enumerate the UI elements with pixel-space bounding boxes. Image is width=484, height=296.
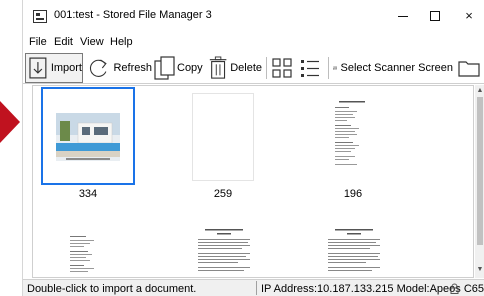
scroll-up-icon[interactable]: ▲ [475,87,484,95]
copy-icon [154,56,175,80]
lock-icon [450,283,459,294]
menu-edit[interactable]: Edit [54,36,73,48]
maximize-button[interactable] [423,6,447,26]
scrollbar-thumb[interactable] [477,97,483,245]
delete-icon [209,56,227,79]
menu-file[interactable]: File [29,36,47,48]
folder-icon [458,61,480,77]
thumbnail-view-button[interactable] [271,53,295,83]
refresh-label: Refresh [113,62,152,74]
toolbar-separator [328,57,329,79]
menu-view[interactable]: View [80,36,104,48]
file-item[interactable] [38,220,138,277]
menu-bar: File Edit View Help [23,33,484,51]
maximize-icon [430,11,440,21]
delete-label: Delete [230,62,262,74]
import-label: Import [50,62,82,74]
import-icon [29,57,47,79]
list-view-button[interactable] [299,53,323,83]
copy-label: Copy [177,62,203,74]
file-item[interactable] [303,220,403,277]
list-view-icon [301,60,319,77]
file-item[interactable]: 334 [38,87,138,202]
minimize-icon [398,16,408,17]
file-thumbnail-grid: 334 259 196 [32,85,474,278]
left-strip [0,0,22,296]
red-arrow-icon [0,101,20,143]
status-divider [256,281,257,295]
import-button[interactable]: Import [25,53,83,83]
file-name: 196 [343,188,363,200]
app-window: 001:test - Stored File Manager 3 × File … [22,0,484,296]
title-bar: 001:test - Stored File Manager 3 × [23,0,484,32]
status-hint: Double-click to import a document. [27,283,197,295]
select-scanner-screen-button[interactable]: Select Scanner Screen [333,53,453,83]
menu-help[interactable]: Help [110,36,133,48]
photo-thumbnail [56,113,120,161]
delete-button[interactable]: Delete [208,53,262,83]
scroll-down-icon[interactable]: ▼ [475,266,484,274]
file-name: 259 [213,188,233,200]
app-icon [33,10,47,23]
file-item[interactable]: 259 [173,87,273,202]
file-item[interactable]: 196 [303,87,403,202]
toolbar: Import Refresh Copy Delete Select Scanne… [23,52,484,84]
refresh-icon [89,59,107,77]
window-title: 001:test - Stored File Manager 3 [54,9,212,21]
folder-button[interactable] [457,53,483,83]
document-thumbnail [195,227,253,277]
select-scanner-screen-label: Select Scanner Screen [340,62,453,74]
file-item[interactable] [173,220,273,277]
refresh-button[interactable]: Refresh [88,53,152,83]
close-button[interactable]: × [457,6,481,26]
thumbnail-view-icon [272,58,292,78]
scanner-icon [333,66,338,70]
blank-page-thumbnail [192,93,254,181]
toolbar-separator [266,57,267,79]
status-bar: Double-click to import a document. IP Ad… [23,279,484,296]
minimize-button[interactable] [391,6,415,26]
document-thumbnail [66,230,112,277]
file-name: 334 [78,188,98,200]
vertical-scrollbar[interactable]: ▲ ▼ [475,85,484,278]
document-thumbnail [325,227,383,277]
copy-button[interactable]: Copy [154,53,206,83]
document-thumbnail [331,97,377,177]
